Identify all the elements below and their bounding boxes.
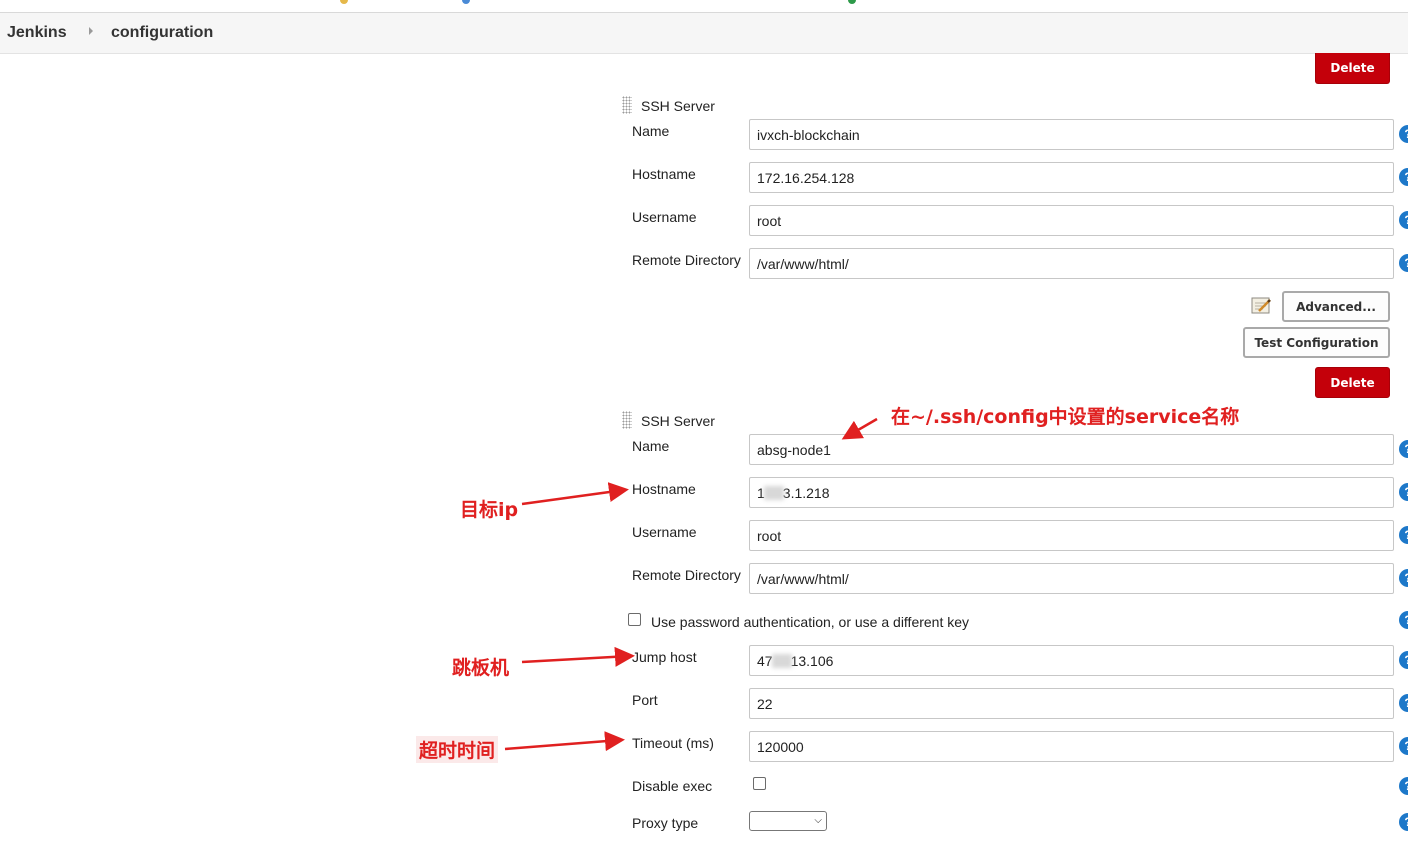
annotation-service-name: 在~/.ssh/config中设置的service名称 [891, 406, 1240, 428]
arrow-to-name [841, 417, 878, 440]
annotation-timeout: 超时时间 [416, 736, 499, 763]
arrow-to-jump-host [521, 646, 635, 667]
arrow-to-hostname [521, 482, 629, 506]
annotation-target-ip: 目标ip [460, 499, 519, 521]
annotation-jump-host: 跳板机 [452, 657, 510, 679]
arrow-to-timeout [504, 731, 625, 752]
